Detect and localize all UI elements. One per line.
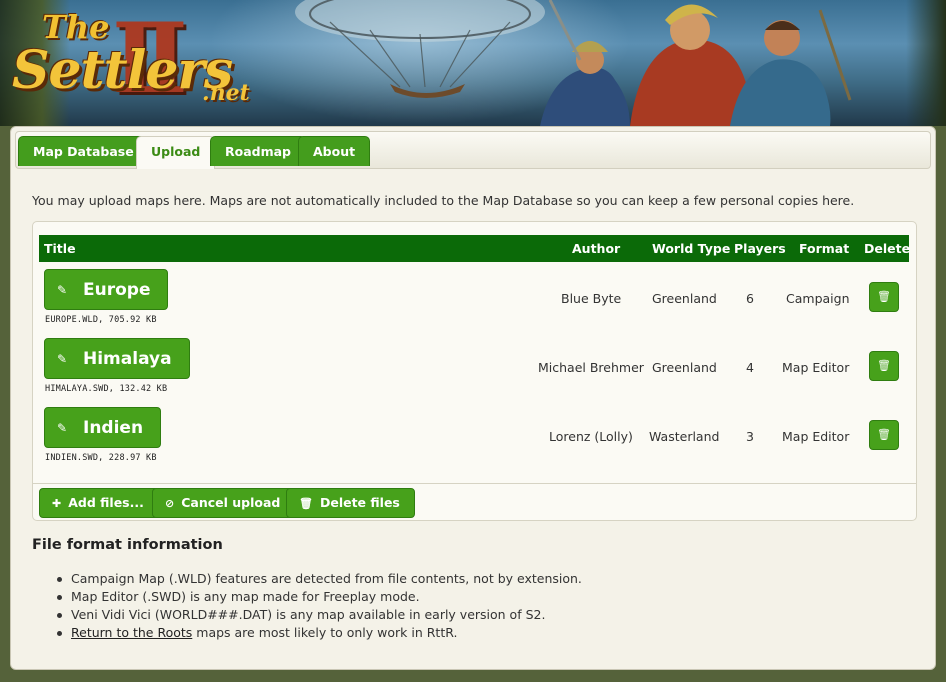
cell-format: Campaign bbox=[786, 291, 850, 306]
delete-row-button[interactable]: 🗑 bbox=[869, 420, 899, 450]
site-banner: II The Settlers .net bbox=[0, 0, 946, 126]
add-files-label: Add files... bbox=[68, 495, 144, 510]
cell-players: 3 bbox=[746, 429, 754, 444]
cell-format: Map Editor bbox=[782, 360, 850, 375]
list-item: Veni Vidi Vici (WORLD###.DAT) is any map… bbox=[56, 606, 582, 624]
file-info: EUROPE.WLD, 705.92 KB bbox=[45, 315, 157, 325]
list-item: Campaign Map (.WLD) features are detecte… bbox=[56, 570, 582, 588]
tab-about[interactable]: About bbox=[298, 136, 371, 166]
cell-author: Blue Byte bbox=[561, 291, 622, 306]
cell-players: 6 bbox=[746, 291, 754, 306]
cancel-upload-button[interactable]: ⊘ Cancel upload bbox=[152, 488, 296, 518]
upload-widget: Title Author World Type Players Format D… bbox=[32, 221, 917, 521]
warriors-illustration bbox=[540, 0, 852, 126]
rttr-note: maps are most likely to only work in Rtt… bbox=[192, 625, 458, 640]
cell-format: Map Editor bbox=[782, 429, 850, 444]
site-logo[interactable]: II The Settlers .net bbox=[12, 2, 262, 115]
main-panel: Map Database Upload Roadmap About You ma… bbox=[10, 126, 936, 670]
header-format: Format bbox=[799, 241, 850, 256]
action-divider bbox=[33, 483, 916, 484]
table-row: ✎ Indien INDIEN.SWD, 228.97 KB Lorenz (L… bbox=[39, 407, 909, 475]
cell-author: Lorenz (Lolly) bbox=[549, 429, 633, 444]
banner-foliage-right bbox=[906, 0, 946, 126]
header-author: Author bbox=[572, 241, 621, 256]
header-title: Title bbox=[44, 241, 76, 256]
edit-map-title-button[interactable]: ✎ Himalaya bbox=[44, 338, 190, 379]
cancel-upload-label: Cancel upload bbox=[181, 495, 281, 510]
upload-intro-text: You may upload maps here. Maps are not a… bbox=[32, 193, 855, 208]
delete-files-button[interactable]: 🗑 Delete files bbox=[286, 488, 415, 518]
trash-icon: 🗑 bbox=[877, 428, 891, 441]
tab-upload[interactable]: Upload bbox=[136, 136, 216, 169]
header-players: Players bbox=[734, 241, 786, 256]
file-info: INDIEN.SWD, 228.97 KB bbox=[45, 453, 157, 463]
table-header: Title Author World Type Players Format D… bbox=[39, 235, 911, 262]
list-item: Return to the Roots maps are most likely… bbox=[56, 624, 582, 642]
logo-net: .net bbox=[202, 80, 250, 106]
table-row: ✎ Europe EUROPE.WLD, 705.92 KB Blue Byte… bbox=[39, 269, 909, 337]
map-title: Europe bbox=[83, 280, 151, 300]
plus-icon: ✚ bbox=[52, 497, 62, 510]
list-item: Map Editor (.SWD) is any map made for Fr… bbox=[56, 588, 582, 606]
rttr-link[interactable]: Return to the Roots bbox=[71, 625, 192, 640]
trash-icon: 🗑 bbox=[877, 359, 891, 372]
airship-illustration bbox=[295, 0, 545, 98]
cell-world-type: Greenland bbox=[652, 360, 717, 375]
map-title: Indien bbox=[83, 418, 144, 438]
logo-settlers: Settlers bbox=[12, 40, 233, 101]
delete-row-button[interactable]: 🗑 bbox=[869, 282, 899, 312]
trash-icon: 🗑 bbox=[877, 290, 891, 303]
file-format-heading: File format information bbox=[32, 537, 223, 553]
cell-players: 4 bbox=[746, 360, 754, 375]
ban-icon: ⊘ bbox=[165, 497, 175, 510]
cell-world-type: Greenland bbox=[652, 291, 717, 306]
map-title: Himalaya bbox=[83, 349, 172, 369]
pencil-icon: ✎ bbox=[57, 283, 68, 297]
delete-files-label: Delete files bbox=[319, 495, 400, 510]
delete-row-button[interactable]: 🗑 bbox=[869, 351, 899, 381]
header-world-type: World Type bbox=[652, 241, 731, 256]
pencil-icon: ✎ bbox=[57, 352, 68, 366]
pencil-icon: ✎ bbox=[57, 421, 68, 435]
edit-map-title-button[interactable]: ✎ Indien bbox=[44, 407, 162, 448]
file-info: HIMALAYA.SWD, 132.42 KB bbox=[45, 384, 168, 394]
file-format-list: Campaign Map (.WLD) features are detecte… bbox=[56, 570, 582, 642]
add-files-button[interactable]: ✚ Add files... bbox=[39, 488, 159, 518]
header-delete: Delete bbox=[864, 241, 911, 256]
table-row: ✎ Himalaya HIMALAYA.SWD, 132.42 KB Micha… bbox=[39, 338, 909, 406]
trash-icon: 🗑 bbox=[299, 497, 313, 510]
cell-world-type: Wasterland bbox=[649, 429, 720, 444]
tab-map-database[interactable]: Map Database bbox=[18, 136, 149, 166]
cell-author: Michael Brehmer bbox=[538, 360, 644, 375]
tab-roadmap[interactable]: Roadmap bbox=[210, 136, 307, 166]
tab-bar: Map Database Upload Roadmap About bbox=[15, 131, 931, 169]
edit-map-title-button[interactable]: ✎ Europe bbox=[44, 269, 169, 310]
